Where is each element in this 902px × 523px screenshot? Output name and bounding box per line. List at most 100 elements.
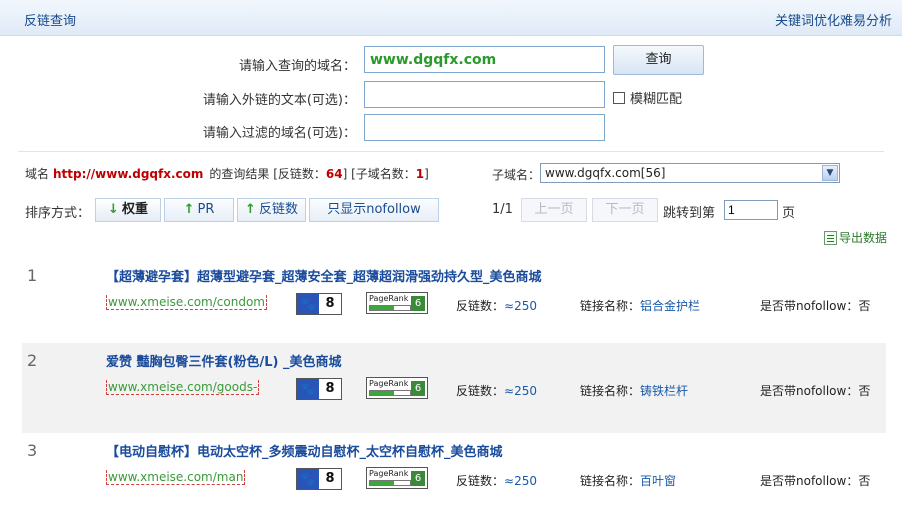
baidu-weight-badge: 🐾 8 [296, 468, 342, 490]
row-index: 3 [27, 441, 38, 460]
paw-icon: 🐾 [297, 379, 319, 399]
result-row: 1 【超薄避孕套】超薄型避孕套_超薄安全套_超薄超润滑强劲持久型_美色商城 ww… [22, 258, 886, 348]
page-suffix: 页 [782, 206, 796, 221]
prev-page-button[interactable]: 上一页 [521, 198, 587, 222]
result-domain: http://www.dgqfx.com [53, 167, 204, 181]
row-title-link[interactable]: 【超薄避孕套】超薄型避孕套_超薄安全套_超薄超润滑强劲持久型_美色商城 [106, 266, 542, 285]
row-url-link[interactable]: www.xmeise.com/goods- [106, 380, 260, 395]
nofollow-label: 是否带nofollow： [760, 384, 859, 398]
sort-weight-button[interactable]: ↓ 权重 [95, 198, 161, 222]
query-button[interactable]: 查询 [613, 45, 704, 75]
row-title-link[interactable]: 【电动自慰杯】电动太空杯_多频震动自慰杯_太空杯自慰杯_美色商城 [106, 441, 503, 460]
anchor-label: 链接名称： [580, 474, 641, 488]
page-title: 反链查询 [24, 14, 77, 29]
pagerank-value: 6 [411, 296, 425, 311]
pagerank-label: PageRank [369, 294, 409, 303]
paw-icon: 🐾 [297, 294, 319, 314]
checkbox-box[interactable] [613, 91, 625, 104]
sort-backlinks-button[interactable]: ↑ 反链数 [237, 198, 306, 222]
pagerank-bar-fill [370, 391, 394, 395]
anchor-label: 链接名称： [580, 384, 641, 398]
pagerank-bar [369, 480, 411, 486]
fuzzy-match-label: 模糊匹配 [630, 92, 683, 107]
domain-input[interactable] [364, 46, 605, 73]
nofollow-only-button[interactable]: 只显示nofollow [309, 198, 439, 222]
result-row: 2 爱赞 豔胸包臀三件套(粉色/L) _美色商城 www.xmeise.com/… [22, 343, 886, 433]
sort-pr-button[interactable]: ↑ PR [164, 198, 234, 222]
filter-domain-label: 请输入过滤的域名(可选)： [202, 126, 356, 141]
top-bar: 反链查询 关键词优化难易分析 [0, 0, 902, 36]
sort-label: 排序方式： [25, 206, 91, 221]
anchor-label: 链接名称： [580, 299, 641, 313]
pagerank-bar [369, 390, 411, 396]
anchor-info: 链接名称：铸铁栏杆 [580, 382, 688, 399]
anchor-text-input[interactable] [364, 81, 605, 108]
nofollow-info: 是否带nofollow：否 [760, 382, 870, 399]
pagerank-bar-fill [370, 481, 394, 485]
sort-weight-label: 权重 [121, 202, 148, 217]
row-index: 1 [27, 266, 38, 285]
subdomain-count: 1 [415, 167, 425, 181]
anchor-info: 链接名称：百叶窗 [580, 472, 676, 489]
export-link[interactable]: 导出数据 [824, 229, 887, 246]
sort-pr-label: PR [197, 202, 215, 217]
chevron-down-icon[interactable]: ▼ [822, 165, 838, 181]
pagerank-badge: PageRank 6 [366, 467, 428, 489]
nofollow-info: 是否带nofollow：否 [760, 297, 870, 314]
baidu-weight-value: 8 [325, 381, 335, 396]
nofollow-label: 是否带nofollow： [760, 299, 859, 313]
page-number-input[interactable] [724, 200, 778, 220]
baidu-weight-badge: 🐾 8 [296, 378, 342, 400]
anchor-value: 百叶窗 [640, 474, 677, 488]
backlinks-info: 反链数：≈250 [456, 382, 537, 399]
pagerank-label: PageRank [369, 379, 409, 388]
row-index: 2 [27, 351, 38, 370]
pagerank-badge: PageRank 6 [366, 292, 428, 314]
result-prefix: 域名 [25, 167, 50, 181]
paw-icon: 🐾 [297, 469, 319, 489]
row-title-link[interactable]: 爱赞 豔胸包臀三件套(粉色/L) _美色商城 [106, 351, 341, 370]
filter-domain-input[interactable] [364, 114, 605, 141]
export-icon [824, 230, 837, 245]
subdomain-selected: www.dgqfx.com[56] [545, 166, 666, 180]
backlink-count: 64 [325, 167, 343, 181]
pagerank-value: 6 [411, 381, 425, 396]
pagerank-label: PageRank [369, 469, 409, 478]
result-summary: 域名 http://www.dgqfx.com 的查询结果 [反链数：64] [子域… [25, 165, 429, 182]
arrow-up-icon: ↑ [183, 202, 195, 217]
result-row: 3 【电动自慰杯】电动太空杯_多频震动自慰杯_太空杯自慰杯_美色商城 www.x… [22, 433, 886, 523]
nofollow-value: 否 [858, 474, 871, 488]
pagerank-bar [369, 305, 411, 311]
pagerank-badge: PageRank 6 [366, 377, 428, 399]
baidu-weight-badge: 🐾 8 [296, 293, 342, 315]
export-label: 导出数据 [839, 231, 888, 245]
backlinks-value: ≈250 [504, 299, 537, 313]
subdomain-label: 子域名： [492, 168, 541, 182]
arrow-up-icon: ↑ [245, 202, 256, 217]
keyword-analysis-link[interactable]: 关键词优化难易分析 [775, 10, 892, 29]
page-info: 1/1 [492, 202, 513, 217]
backlinks-label: 反链数： [456, 474, 505, 488]
baidu-weight-value: 8 [325, 471, 335, 486]
anchor-value: 铸铁栏杆 [640, 384, 689, 398]
subdomain-select[interactable]: www.dgqfx.com[56] ▼ [540, 163, 840, 183]
result-mid2: ] [子域名数： [342, 167, 416, 181]
row-url-link[interactable]: www.xmeise.com/man [106, 470, 246, 485]
nofollow-value: 否 [858, 299, 871, 313]
pagerank-value: 6 [411, 471, 425, 486]
next-page-button[interactable]: 下一页 [592, 198, 658, 222]
nofollow-info: 是否带nofollow：否 [760, 472, 870, 489]
anchor-info: 链接名称：铝合金护栏 [580, 297, 700, 314]
anchor-value: 铝合金护栏 [640, 299, 701, 313]
anchor-text-label: 请输入外链的文本(可选)： [202, 93, 356, 108]
fuzzy-match-checkbox[interactable]: 模糊匹配 [613, 88, 682, 107]
row-url-link[interactable]: www.xmeise.com/condom [106, 295, 267, 310]
backlinks-label: 反链数： [456, 384, 505, 398]
divider [18, 151, 884, 152]
sort-backlinks-label: 反链数 [258, 202, 298, 217]
backlinks-value: ≈250 [504, 474, 537, 488]
arrow-down-icon: ↓ [108, 202, 119, 217]
result-suffix: ] [424, 167, 429, 181]
backlinks-label: 反链数： [456, 299, 505, 313]
baidu-weight-value: 8 [325, 296, 335, 311]
